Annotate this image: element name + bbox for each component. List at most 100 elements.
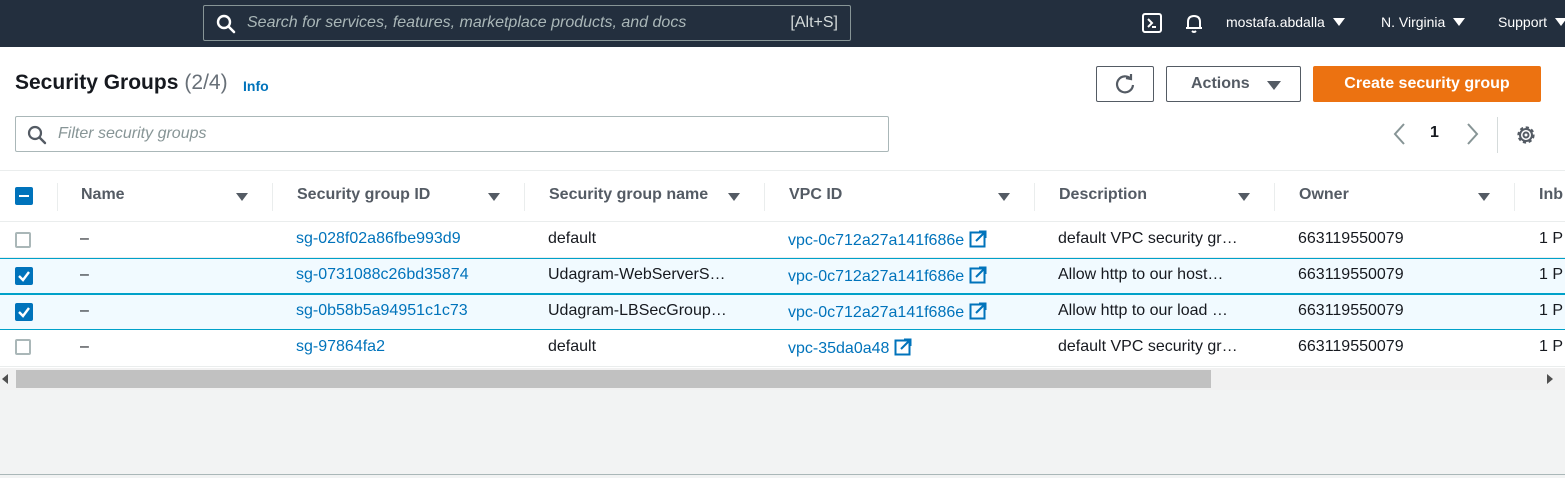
vpc-id-text: vpc-0c712a27a141f686e xyxy=(788,232,965,249)
support-menu[interactable]: Support xyxy=(1498,14,1565,30)
search-icon xyxy=(216,14,236,34)
cell-security-group-id-link[interactable]: sg-0b58b5a94951c1c73 xyxy=(296,302,468,320)
table-row[interactable]: – sg-97864fa2 default vpc-35da0a48 defau… xyxy=(0,331,1565,367)
sort-icon[interactable] xyxy=(998,193,1010,201)
divider xyxy=(1497,117,1498,153)
notifications-bell-icon[interactable] xyxy=(1183,12,1205,34)
next-page-icon[interactable] xyxy=(1460,120,1484,148)
refresh-button[interactable] xyxy=(1096,66,1154,102)
cell-vpc-id-link[interactable]: vpc-35da0a48 xyxy=(788,338,912,358)
checkmark-icon xyxy=(18,271,30,282)
filter-placeholder: Filter security groups xyxy=(58,125,207,142)
scroll-left-arrow-icon[interactable] xyxy=(2,374,8,384)
current-page-number[interactable]: 1 xyxy=(1430,124,1439,142)
vpc-id-text: vpc-35da0a48 xyxy=(788,340,890,357)
select-all-checkbox[interactable] xyxy=(15,187,33,205)
external-link-icon xyxy=(894,338,912,356)
region-selector[interactable]: N. Virginia xyxy=(1381,14,1466,30)
cell-description: default VPC security gr… xyxy=(1058,230,1238,247)
caret-down-icon xyxy=(1267,81,1281,90)
cell-owner: 663119550079 xyxy=(1298,338,1404,355)
region-name: N. Virginia xyxy=(1381,14,1446,30)
cell-name: – xyxy=(80,230,89,247)
row-checkbox-checked[interactable] xyxy=(15,267,33,285)
security-groups-panel: Security Groups (2/4) Info Actions Create… xyxy=(0,47,1565,390)
cell-vpc-id-link[interactable]: vpc-0c712a27a141f686e xyxy=(788,230,987,250)
actions-label: Actions xyxy=(1191,75,1250,92)
external-link-icon xyxy=(969,266,987,284)
actions-dropdown-button[interactable]: Actions xyxy=(1166,66,1301,102)
vpc-id-text: vpc-0c712a27a141f686e xyxy=(788,304,965,321)
cell-security-group-name: default xyxy=(548,338,597,355)
sort-icon[interactable] xyxy=(1238,193,1250,201)
sort-icon[interactable] xyxy=(236,193,248,201)
column-divider xyxy=(524,183,525,211)
filter-security-groups-input[interactable]: Filter security groups xyxy=(15,116,889,152)
row-checkbox[interactable] xyxy=(15,232,31,248)
cell-description: Allow http to our host… xyxy=(1058,266,1224,283)
row-checkbox[interactable] xyxy=(15,339,31,355)
column-header-name[interactable]: Name xyxy=(81,186,125,204)
divider xyxy=(0,474,1565,475)
cell-name: – xyxy=(80,338,89,355)
page-title-text: Security Groups xyxy=(15,71,179,94)
cell-security-group-name: Udagram-LBSecGroup… xyxy=(548,302,727,319)
checkmark-icon xyxy=(18,307,30,318)
column-header-security-group-id[interactable]: Security group ID xyxy=(297,186,430,204)
vpc-id-text: vpc-0c712a27a141f686e xyxy=(788,268,965,285)
column-divider xyxy=(1034,183,1035,211)
cloudshell-icon[interactable] xyxy=(1141,12,1163,34)
row-checkbox-checked[interactable] xyxy=(15,303,33,321)
column-header-description[interactable]: Description xyxy=(1059,186,1147,204)
table-header: Name Security group ID Security group na… xyxy=(0,170,1565,222)
sort-icon[interactable] xyxy=(728,193,740,201)
cell-vpc-id-link[interactable]: vpc-0c712a27a141f686e xyxy=(788,302,987,322)
column-header-inbound-rules[interactable]: Inb xyxy=(1539,186,1563,204)
external-link-icon xyxy=(969,302,987,320)
support-label: Support xyxy=(1498,14,1548,30)
cell-security-group-id-link[interactable]: sg-028f02a86fbe993d9 xyxy=(296,230,461,248)
table-row[interactable]: – sg-0731088c26bd35874 Udagram-WebServer… xyxy=(0,258,1565,294)
column-divider xyxy=(57,183,58,211)
column-divider xyxy=(1514,183,1515,211)
cell-description: Allow http to our load … xyxy=(1058,302,1228,319)
cell-inbound-rules: 1 P xyxy=(1539,302,1564,319)
column-divider xyxy=(272,183,273,211)
horizontal-scrollbar[interactable] xyxy=(0,368,1565,390)
cell-security-group-id-link[interactable]: sg-97864fa2 xyxy=(296,338,385,356)
previous-page-icon[interactable] xyxy=(1388,120,1412,148)
scroll-right-arrow-icon[interactable] xyxy=(1547,374,1553,384)
sort-icon[interactable] xyxy=(1478,193,1490,201)
cell-description: default VPC security gr… xyxy=(1058,338,1238,355)
search-shortcut-hint: [Alt+S] xyxy=(790,14,838,31)
column-header-owner[interactable]: Owner xyxy=(1299,186,1349,204)
chevron-down-icon xyxy=(1453,18,1466,26)
cell-security-group-name: Udagram-WebServerS… xyxy=(548,266,726,283)
search-icon xyxy=(27,125,47,145)
page-title: Security Groups (2/4) xyxy=(15,71,228,95)
account-menu[interactable]: mostafa.abdalla xyxy=(1226,14,1345,30)
cell-inbound-rules: 1 P xyxy=(1539,230,1564,247)
cell-owner: 663119550079 xyxy=(1298,266,1404,283)
cell-owner: 663119550079 xyxy=(1298,302,1404,319)
table-row[interactable]: – sg-0b58b5a94951c1c73 Udagram-LBSecGrou… xyxy=(0,294,1565,330)
cell-vpc-id-link[interactable]: vpc-0c712a27a141f686e xyxy=(788,266,987,286)
global-search-input[interactable]: Search for services, features, marketpla… xyxy=(203,5,851,41)
table-row[interactable]: – sg-028f02a86fbe993d9 default vpc-0c712… xyxy=(0,222,1565,258)
gear-icon[interactable] xyxy=(1514,123,1538,147)
cell-security-group-id-link[interactable]: sg-0731088c26bd35874 xyxy=(296,266,469,284)
cell-name: – xyxy=(80,302,89,319)
cell-inbound-rules: 1 P xyxy=(1539,338,1564,355)
cell-owner: 663119550079 xyxy=(1298,230,1404,247)
column-header-vpc-id[interactable]: VPC ID xyxy=(789,186,842,204)
scrollbar-thumb[interactable] xyxy=(16,370,1211,388)
column-divider xyxy=(764,183,765,211)
search-placeholder: Search for services, features, marketpla… xyxy=(247,14,687,31)
cell-security-group-name: default xyxy=(548,230,597,247)
chevron-down-icon xyxy=(1332,18,1345,26)
sort-icon[interactable] xyxy=(488,193,500,201)
column-header-security-group-name[interactable]: Security group name xyxy=(549,186,708,204)
create-security-group-button[interactable]: Create security group xyxy=(1313,66,1541,102)
info-link[interactable]: Info xyxy=(243,78,269,94)
chevron-down-icon xyxy=(1555,18,1565,26)
